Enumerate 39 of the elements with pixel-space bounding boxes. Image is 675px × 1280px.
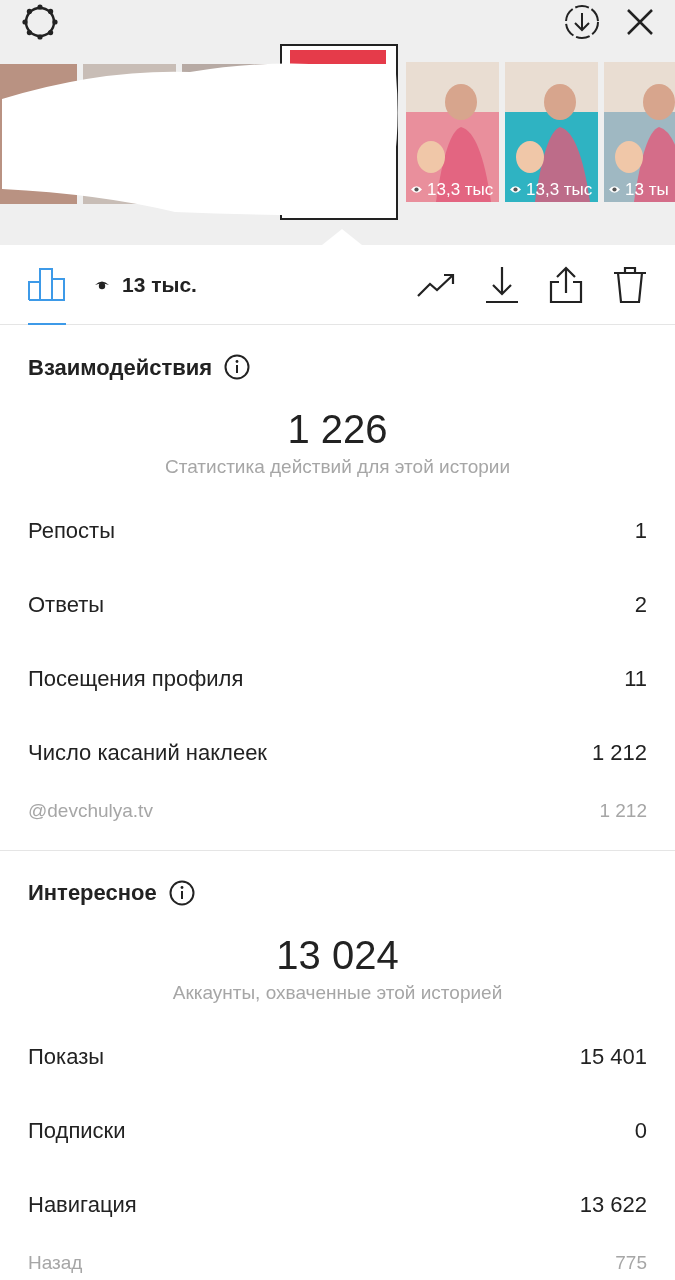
- stat-label: Число касаний наклеек: [28, 739, 267, 767]
- section-title: Взаимодействия: [28, 353, 213, 382]
- info-icon[interactable]: [168, 879, 195, 906]
- info-icon[interactable]: [224, 354, 251, 380]
- settings-icon[interactable]: [20, 2, 60, 42]
- download-circle-icon[interactable]: [563, 3, 601, 41]
- total-caption: Аккаунты, охваченные этой историей: [172, 980, 503, 1005]
- total-count: 13 024: [276, 931, 399, 979]
- stat-label: Посещения профиля: [28, 665, 244, 693]
- stat-value: 0: [634, 1116, 647, 1145]
- stat-label: Навигация: [28, 1190, 137, 1219]
- stat-value: 1: [634, 517, 647, 545]
- stat-value: 13 622: [579, 1190, 647, 1219]
- share-icon[interactable]: [549, 265, 583, 304]
- section-title: Интересное: [28, 879, 157, 907]
- view-count: 13,3 тыс: [427, 181, 494, 198]
- download-icon[interactable]: [485, 265, 519, 304]
- stat-label: Назад: [28, 1250, 83, 1275]
- trash-icon[interactable]: [613, 265, 647, 304]
- close-icon[interactable]: [625, 7, 655, 37]
- total-count: 1 226: [287, 406, 388, 453]
- eye-icon: [410, 184, 423, 195]
- stat-value: 1 212: [599, 799, 647, 824]
- stat-label: Репосты: [28, 517, 115, 545]
- bar-chart-icon: [28, 266, 66, 301]
- eye-icon: [608, 184, 621, 195]
- view-count: 13 тыс.: [122, 271, 197, 298]
- stat-label: Ответы: [28, 591, 105, 619]
- stat-label: Подписки: [28, 1116, 126, 1145]
- stat-value: 15 401: [579, 1042, 647, 1071]
- trend-icon[interactable]: [417, 271, 455, 298]
- stat-label: @devchulya.tv: [28, 799, 153, 824]
- total-caption: Статистика действий для этой истории: [164, 455, 511, 479]
- stat-value: 11: [624, 665, 647, 693]
- eye-icon: [509, 184, 522, 195]
- stat-value: 2: [634, 591, 647, 619]
- stat-label: Показы: [28, 1042, 105, 1071]
- stat-value: 775: [615, 1250, 647, 1275]
- stat-value: 1 212: [591, 739, 647, 767]
